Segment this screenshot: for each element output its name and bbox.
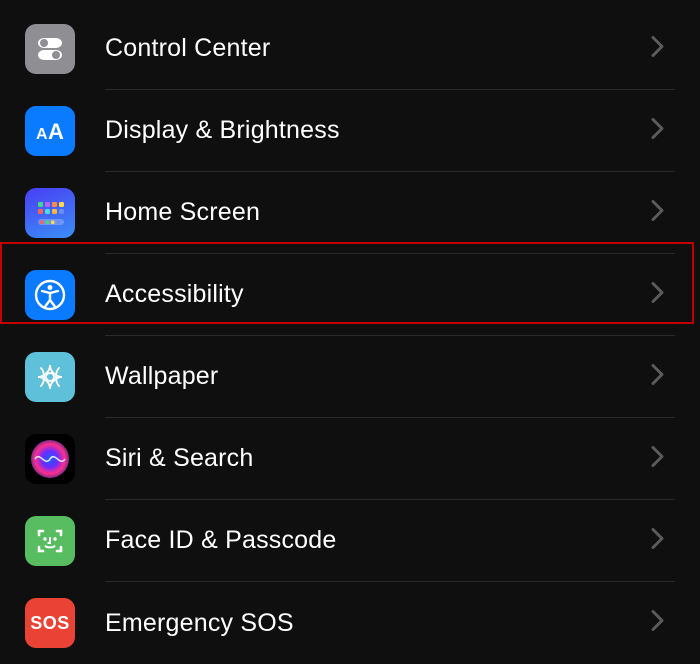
siri-icon (25, 434, 75, 484)
home-screen-icon (25, 188, 75, 238)
item-body: Display & Brightness (105, 90, 675, 172)
item-label: Wallpaper (105, 362, 218, 391)
settings-item-siri-search[interactable]: Siri & Search (0, 418, 700, 500)
item-body: Emergency SOS (105, 582, 675, 664)
chevron-right-icon (651, 117, 665, 144)
item-body: Control Center (105, 8, 675, 90)
settings-item-home-screen[interactable]: Home Screen (0, 172, 700, 254)
item-label: Display & Brightness (105, 116, 340, 145)
settings-item-accessibility[interactable]: Accessibility (0, 254, 700, 336)
settings-item-wallpaper[interactable]: Wallpaper (0, 336, 700, 418)
sos-icon: SOS (25, 598, 75, 648)
chevron-right-icon (651, 610, 665, 637)
settings-item-face-id-passcode[interactable]: Face ID & Passcode (0, 500, 700, 582)
item-label: Emergency SOS (105, 609, 294, 638)
item-label: Home Screen (105, 198, 260, 227)
sos-icon-text: SOS (30, 613, 70, 634)
settings-item-display-brightness[interactable]: A A Display & Brightness (0, 90, 700, 172)
item-body: Home Screen (105, 172, 675, 254)
item-body: Siri & Search (105, 418, 675, 500)
settings-list: Control Center A A Display & Brightness (0, 0, 700, 664)
item-body: Accessibility (105, 254, 675, 336)
chevron-right-icon (651, 527, 665, 554)
item-label: Face ID & Passcode (105, 526, 336, 555)
accessibility-icon (25, 270, 75, 320)
item-body: Wallpaper (105, 336, 675, 418)
svg-text:A: A (36, 126, 48, 143)
svg-text:A: A (48, 119, 64, 144)
face-id-icon (25, 516, 75, 566)
item-body: Face ID & Passcode (105, 500, 675, 582)
chevron-right-icon (651, 199, 665, 226)
item-label: Control Center (105, 34, 270, 63)
chevron-right-icon (651, 363, 665, 390)
control-center-icon (25, 24, 75, 74)
wallpaper-icon (25, 352, 75, 402)
settings-item-emergency-sos[interactable]: SOS Emergency SOS (0, 582, 700, 664)
chevron-right-icon (651, 445, 665, 472)
settings-item-control-center[interactable]: Control Center (0, 8, 700, 90)
item-label: Accessibility (105, 280, 244, 309)
item-label: Siri & Search (105, 444, 254, 473)
chevron-right-icon (651, 281, 665, 308)
display-brightness-icon: A A (25, 106, 75, 156)
chevron-right-icon (651, 35, 665, 62)
